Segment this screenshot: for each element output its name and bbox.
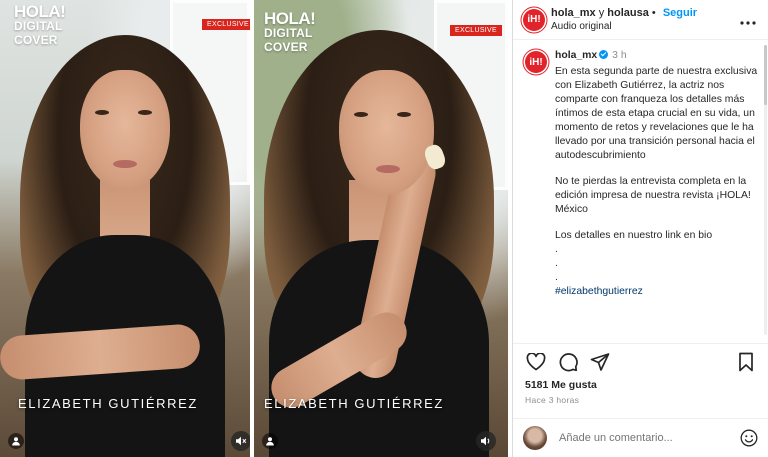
face (80, 70, 170, 190)
verified-badge-icon (599, 50, 609, 59)
video-scene-2 (254, 0, 508, 457)
caption-dot: . (555, 258, 558, 269)
video-frame-1[interactable]: HOLA! DIGITAL COVER EXCLUSIVE ELIZABETH … (0, 0, 250, 457)
eye (354, 112, 368, 117)
smile-icon[interactable] (739, 428, 759, 448)
lips (376, 165, 400, 173)
comment-input[interactable] (559, 432, 739, 444)
follow-button[interactable]: Seguir (663, 7, 697, 19)
scrollbar-thumb[interactable] (764, 45, 767, 105)
post-header: iH! hola_mx y holausa • Seguir Audio ori… (513, 0, 768, 40)
exclusive-badge: EXCLUSIVE (450, 25, 502, 36)
joiner: y (598, 6, 605, 19)
caption-scrollbar[interactable] (764, 45, 767, 335)
caption-username[interactable]: hola_mx (555, 50, 597, 61)
caption-comment: iH! hola_mx 3 h En esta segunda parte de … (525, 49, 759, 299)
hashtag-link[interactable]: #elizabethgutierrez (555, 285, 759, 299)
eye (138, 110, 152, 115)
like-count[interactable]: 5181 Me gusta (525, 379, 597, 391)
account-avatar[interactable]: iH! (523, 8, 545, 31)
caption-time: 3 h (612, 50, 627, 61)
caption-paragraph: No te pierdas la entrevista completa en … (555, 176, 751, 215)
header-accounts: hola_mx y holausa • Seguir (551, 7, 697, 20)
lips (113, 160, 137, 168)
separator-dot: • (651, 6, 656, 19)
account-name[interactable]: hola_mx (551, 7, 596, 19)
collab-account-name[interactable]: holausa (607, 7, 649, 19)
muted-speaker-icon[interactable] (231, 431, 250, 451)
name-caption: ELIZABETH GUTIÉRREZ (264, 396, 444, 411)
caption-avatar[interactable]: iH! (525, 51, 547, 73)
more-horizontal-icon[interactable] (740, 12, 756, 28)
exclusive-badge: EXCLUSIVE (202, 19, 250, 30)
hola-digital-cover-logo: HOLA! DIGITAL COVER (14, 2, 66, 47)
eye (95, 110, 109, 115)
caption-area: iH! hola_mx 3 h En esta segunda parte de … (513, 41, 768, 341)
caption-paragraph: Los detalles en nuestro link en bio (555, 230, 713, 241)
video-frame-2[interactable]: HOLA! DIGITAL COVER EXCLUSIVE ELIZABETH … (254, 0, 508, 457)
avatar (523, 426, 547, 450)
name-caption: ELIZABETH GUTIÉRREZ (18, 396, 198, 411)
caption-paragraph: En esta segunda parte de nuestra exclusi… (555, 66, 758, 161)
post-time: Hace 3 horas (525, 395, 580, 405)
header-text: hola_mx y holausa • Seguir Audio origina… (551, 7, 697, 33)
person-icon[interactable] (262, 433, 278, 449)
caption-dot: . (555, 272, 558, 283)
video-scene-1 (0, 0, 250, 457)
speaker-icon[interactable] (476, 431, 496, 451)
hola-digital-cover-logo: HOLA! DIGITAL COVER (264, 9, 316, 54)
person-icon[interactable] (8, 433, 24, 449)
action-bar (513, 343, 768, 379)
heart-icon[interactable] (525, 351, 547, 373)
add-comment-bar (513, 418, 768, 457)
caption-dot: . (555, 244, 558, 255)
face (339, 70, 434, 195)
send-icon[interactable] (589, 351, 611, 373)
bookmark-icon[interactable] (735, 351, 757, 373)
comment-icon[interactable] (557, 351, 579, 373)
audio-label[interactable]: Audio original (551, 20, 697, 33)
eye (397, 112, 411, 117)
post-panel: iH! hola_mx y holausa • Seguir Audio ori… (512, 0, 768, 457)
caption-body: hola_mx 3 h En esta segunda parte de nues… (555, 49, 759, 299)
